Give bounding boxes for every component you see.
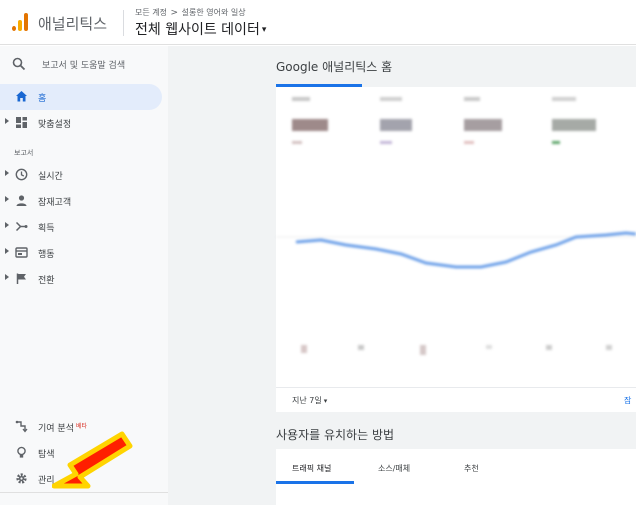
tab-source-medium[interactable]: 소스/매체	[378, 463, 410, 474]
search-reports[interactable]: 보고서 및 도움말 검색	[0, 52, 168, 78]
expand-arrow-icon[interactable]	[5, 118, 9, 124]
behavior-icon	[15, 247, 28, 258]
sidebar-item-realtime[interactable]: 실시간	[0, 162, 162, 188]
lightbulb-icon	[17, 446, 26, 458]
gear-icon	[16, 473, 27, 484]
breadcrumb-root[interactable]: 모든 계정	[135, 8, 167, 17]
search-icon	[12, 57, 26, 71]
sidebar-item-label: 전환	[38, 276, 55, 286]
sidebar-item-label: 홈	[38, 94, 47, 104]
analytics-logo-icon[interactable]	[12, 13, 28, 31]
header-divider	[123, 10, 124, 36]
sidebar-item-behavior[interactable]: 행동	[0, 240, 162, 266]
breadcrumb-property[interactable]: 설롱한 영어와 일상	[182, 8, 246, 17]
sidebar-item-label: 획득	[38, 224, 55, 234]
reports-section-label: 보고서	[14, 149, 34, 157]
x-axis-labels	[296, 345, 626, 359]
tab-traffic-channel[interactable]: 트래픽 채널	[292, 463, 331, 474]
metric-tile	[552, 97, 602, 147]
active-tab-underline	[276, 481, 354, 484]
expand-arrow-icon[interactable]	[5, 170, 9, 176]
sidebar-item-label: 실시간	[38, 172, 63, 182]
sidebar-item-audience[interactable]: 잠재고객	[0, 188, 162, 214]
dashboard-icon	[16, 117, 27, 128]
search-label: 보고서 및 도움말 검색	[42, 61, 126, 71]
expand-arrow-icon[interactable]	[5, 196, 9, 202]
sidebar-item-conversions[interactable]: 전환	[0, 266, 162, 292]
sidebar-item-label: 잠재고객	[38, 198, 72, 208]
overview-card: 지난 7일 ▾ 잠	[276, 87, 636, 412]
sidebar-item-label: 맞춤설정	[38, 120, 72, 130]
top-header: 애널리틱스 모든 계정 > 설롱한 영어와 일상 전체 웹사이트 데이터 ▾	[0, 0, 636, 45]
date-range-dropdown[interactable]: 지난 7일 ▾	[292, 395, 327, 406]
sessions-line-chart	[276, 231, 636, 269]
tab-referrals[interactable]: 추천	[464, 463, 479, 474]
card-divider	[276, 387, 636, 388]
acquisition-card: 트래픽 채널 소스/매체 추천	[276, 449, 636, 505]
sidebar-item-home[interactable]: 홈	[0, 84, 162, 110]
clock-icon	[15, 168, 28, 181]
sidebar-item-customization[interactable]: 맞춤설정	[0, 110, 162, 136]
breadcrumb-separator: >	[170, 8, 179, 18]
page-title: Google 애널리틱스 홈	[276, 60, 393, 74]
app-name: 애널리틱스	[38, 15, 108, 33]
expand-arrow-icon[interactable]	[5, 274, 9, 280]
expand-arrow-icon[interactable]	[5, 222, 9, 228]
sidebar-item-label: 행동	[38, 250, 55, 260]
metric-tile	[380, 97, 420, 147]
section-title: 사용자를 유치하는 방법	[276, 428, 395, 442]
view-title: 전체 웹사이트 데이터	[135, 22, 260, 38]
chevron-down-icon: ▾	[261, 25, 267, 35]
person-icon	[16, 195, 27, 206]
main-content: Google 애널리틱스 홈 지난 7일 ▾ 잠 사용자를 유치하는 방법 트래…	[168, 46, 636, 505]
view-selector[interactable]: 전체 웹사이트 데이터 ▾	[135, 19, 266, 39]
metric-tile	[292, 97, 332, 147]
breadcrumb[interactable]: 모든 계정 > 설롱한 영어와 일상	[135, 7, 246, 18]
pointer-arrow-annotation	[52, 431, 133, 489]
home-icon	[16, 91, 27, 102]
flag-icon	[16, 273, 26, 284]
date-range-label: 지난 7일	[292, 396, 322, 405]
sidebar-item-acquisition[interactable]: 획득	[0, 214, 162, 240]
metric-tile	[464, 97, 504, 147]
acquisition-icon	[15, 221, 28, 232]
overview-report-link[interactable]: 잠	[624, 395, 631, 406]
expand-arrow-icon[interactable]	[5, 248, 9, 254]
attribution-icon	[15, 420, 28, 433]
chevron-down-icon: ▾	[323, 397, 328, 405]
